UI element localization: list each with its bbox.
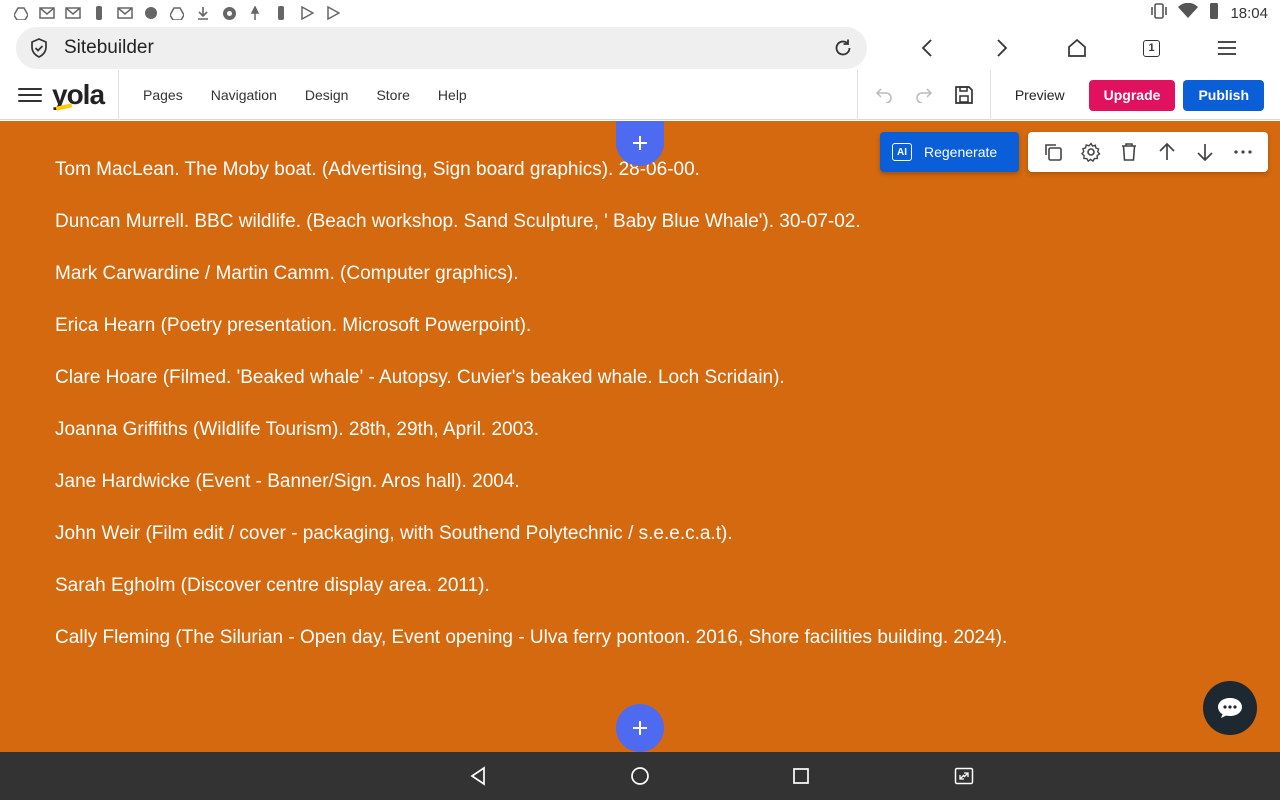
text-block[interactable]: Tom MacLean. The Moby boat. (Advertising…: [55, 157, 1007, 677]
add-block-below-button[interactable]: [616, 704, 664, 752]
hamburger-menu-icon[interactable]: [18, 87, 42, 102]
reload-icon[interactable]: [833, 37, 855, 59]
editor-menu: Pages Navigation Design Store Help: [129, 70, 481, 120]
battery-icon: [1208, 2, 1220, 24]
publish-button[interactable]: Publish: [1183, 79, 1264, 111]
tab-switcher-button[interactable]: 1: [1114, 28, 1189, 68]
tab-count: 1: [1143, 39, 1160, 57]
menu-navigation[interactable]: Navigation: [197, 70, 291, 120]
list-item: Jane Hardwicke (Event - Banner/Sign. Aro…: [55, 471, 520, 492]
gmail-icon: [64, 4, 82, 22]
play-icon: [298, 4, 316, 22]
editor-canvas[interactable]: Tom MacLean. The Moby boat. (Advertising…: [0, 121, 1280, 752]
menu-design[interactable]: Design: [291, 70, 363, 120]
clock: 18:04: [1230, 4, 1268, 22]
status-bar: 18:04: [0, 0, 1280, 26]
duplicate-icon[interactable]: [1039, 138, 1067, 166]
drive-icon: [168, 4, 186, 22]
download-icon: [194, 4, 212, 22]
list-item: Erica Hearn (Poetry presentation. Micros…: [55, 315, 532, 336]
regenerate-label: Regenerate: [924, 144, 998, 160]
chat-bubble-icon: [1218, 698, 1242, 718]
list-item: Duncan Murrell. BBC wildlife. (Beach wor…: [55, 211, 861, 232]
trash-icon[interactable]: [1115, 138, 1143, 166]
settings-gear-icon[interactable]: [1077, 138, 1105, 166]
add-block-above-button[interactable]: [616, 121, 664, 166]
list-item: Cally Fleming (The Silurian - Open day, …: [55, 627, 1008, 648]
drive-icon: [12, 4, 30, 22]
android-icon: [142, 4, 160, 22]
shield-icon: [30, 38, 50, 58]
chat-support-button[interactable]: [1203, 681, 1257, 735]
torch-icon: [272, 4, 290, 22]
home-icon[interactable]: [1039, 28, 1114, 68]
preview-button[interactable]: Preview: [1001, 80, 1079, 110]
plus-icon: [633, 721, 647, 735]
yola-logo: yola: [52, 75, 105, 115]
chrome-icon: [220, 4, 238, 22]
system-navigation-bar: [0, 752, 1280, 800]
system-back-icon[interactable]: [463, 761, 493, 791]
divider: [118, 69, 119, 120]
menu-store[interactable]: Store: [362, 70, 423, 120]
gmail-icon: [116, 4, 134, 22]
move-up-icon[interactable]: [1153, 138, 1181, 166]
redo-icon[interactable]: [910, 81, 938, 109]
more-options-icon[interactable]: [1229, 138, 1257, 166]
pin-icon: [246, 4, 264, 22]
address-bar[interactable]: Sitebuilder: [16, 27, 867, 69]
history-controls: [856, 70, 991, 120]
list-item: Mark Carwardine / Martin Camm. (Computer…: [55, 263, 519, 284]
ai-icon: AI: [892, 143, 912, 161]
wifi-icon: [1178, 2, 1199, 23]
play-icon: [324, 4, 342, 22]
system-home-icon[interactable]: [625, 761, 655, 791]
address-text: Sitebuilder: [64, 37, 154, 58]
menu-help[interactable]: Help: [424, 70, 481, 120]
torch-icon: [90, 4, 108, 22]
list-item: John Weir (Film edit / cover - packaging…: [55, 523, 733, 544]
list-item: Sarah Egholm (Discover centre display ar…: [55, 575, 490, 596]
list-item: Clare Hoare (Filmed. 'Beaked whale' - Au…: [55, 367, 785, 388]
save-icon[interactable]: [950, 81, 978, 109]
system-recents-icon[interactable]: [786, 761, 816, 791]
undo-icon[interactable]: [870, 81, 898, 109]
upgrade-button[interactable]: Upgrade: [1088, 79, 1176, 111]
plus-icon: [633, 136, 647, 150]
list-item: Tom MacLean. The Moby boat. (Advertising…: [55, 159, 700, 180]
vibrate-icon: [1150, 3, 1168, 23]
browser-toolbar: Sitebuilder 1: [0, 26, 1280, 70]
forward-icon[interactable]: [964, 28, 1039, 68]
list-item: Joanna Griffiths (Wildlife Tourism). 28t…: [55, 419, 540, 440]
block-toolbar: [1028, 132, 1268, 172]
editor-header: yola Pages Navigation Design Store Help …: [0, 69, 1280, 120]
browser-menu-icon[interactable]: [1189, 28, 1264, 68]
gmail-icon: [38, 4, 56, 22]
notification-icons: [12, 4, 342, 22]
screen-rotate-icon[interactable]: [949, 761, 979, 791]
menu-pages[interactable]: Pages: [129, 70, 197, 120]
regenerate-button[interactable]: AI Regenerate: [880, 132, 1019, 172]
back-icon[interactable]: [889, 28, 964, 68]
move-down-icon[interactable]: [1191, 138, 1219, 166]
